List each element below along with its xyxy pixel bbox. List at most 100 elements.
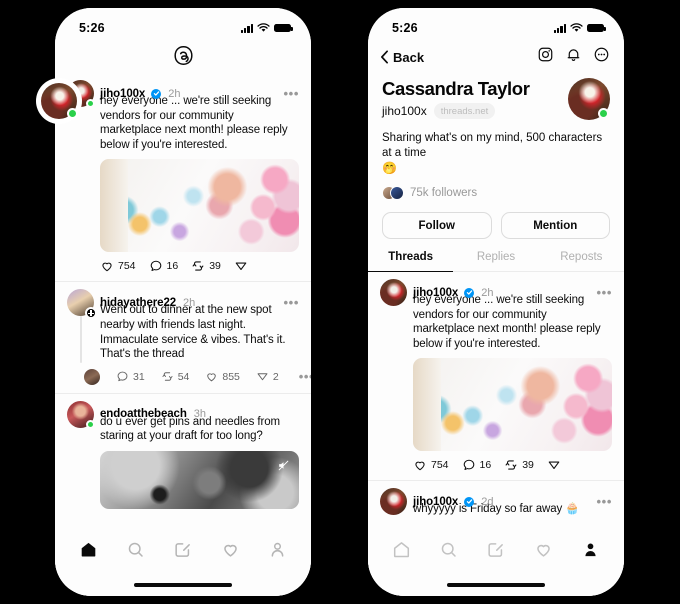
more-options-icon[interactable] (593, 46, 610, 68)
wifi-icon (257, 23, 270, 33)
profile-header: Cassandra Taylor jiho100x threads.net Sh… (368, 76, 624, 200)
post-item[interactable]: jiho100x 2h ••• hey everyone ... we're s… (368, 272, 624, 480)
like-count: 855 (222, 371, 240, 383)
post-media-image[interactable] (413, 358, 612, 451)
nav-activity-heart-icon[interactable] (534, 540, 553, 564)
post-actions: 754 16 39 (67, 252, 299, 281)
repost-icon (191, 259, 205, 273)
battery-full-icon (274, 24, 291, 33)
post-item[interactable]: jiho100x 2d ••• whyyyyy is Friday so far… (368, 481, 624, 517)
home-indicator (368, 574, 624, 596)
follow-button[interactable]: Follow (382, 212, 492, 239)
nav-search-icon[interactable] (126, 540, 145, 564)
heart-icon (205, 370, 218, 383)
bottom-nav-left (55, 530, 311, 574)
profile-display-name: Cassandra Taylor (382, 78, 530, 100)
tab-reposts[interactable]: Reposts (539, 251, 624, 272)
bottom-nav-right (368, 530, 624, 574)
post-media-video[interactable] (100, 451, 299, 509)
thread-connector-line (80, 316, 82, 362)
follower-facepile (382, 186, 404, 200)
instagram-icon[interactable] (537, 46, 554, 68)
share-icon (234, 259, 248, 273)
repost-button[interactable]: 39 (504, 458, 534, 472)
post-media-image[interactable] (100, 159, 299, 252)
nav-search-icon[interactable] (439, 540, 458, 564)
screenshot-stage: 5:26 (0, 0, 680, 604)
mention-button[interactable]: Mention (501, 212, 611, 239)
followers-row[interactable]: 75k followers (382, 186, 610, 200)
profile-bio-text: Sharing what's on my mind, 500 character… (382, 132, 602, 159)
nav-home-icon[interactable] (392, 540, 411, 564)
floating-profile-avatar[interactable] (36, 78, 82, 124)
profile-bio: Sharing what's on my mind, 500 character… (382, 131, 610, 177)
home-indicator (55, 574, 311, 596)
like-button[interactable]: 754 (413, 458, 449, 472)
more-options-icon[interactable]: ••• (299, 373, 311, 381)
status-time: 5:26 (392, 21, 418, 35)
comment-count: 31 (133, 371, 145, 383)
nav-compose-icon[interactable] (486, 540, 505, 564)
cellular-bars-icon (554, 24, 566, 33)
profile-handle: jiho100x (382, 104, 427, 118)
post-username[interactable]: jiho100x (413, 496, 458, 508)
post-username[interactable]: endoatthebeach (100, 408, 187, 420)
share-count: 2 (273, 371, 279, 383)
avatar[interactable] (380, 279, 407, 306)
more-options-icon[interactable]: ••• (284, 90, 299, 98)
share-button[interactable] (234, 259, 248, 273)
status-bar-left: 5:26 (55, 8, 311, 42)
heart-icon (100, 259, 114, 273)
more-options-icon[interactable]: ••• (597, 289, 612, 297)
threads-logo-icon (55, 42, 311, 73)
post-item[interactable]: endoatthebeach 3h do u ever get pins and… (55, 394, 311, 509)
like-button[interactable]: 855 (205, 370, 240, 383)
tab-threads[interactable]: Threads (368, 251, 453, 272)
post-username[interactable]: hidayathere22 (100, 297, 176, 309)
comment-icon (149, 259, 163, 273)
post-item[interactable]: jiho100x 2h ••• hey everyone ... we're s… (55, 73, 311, 281)
repost-icon (504, 458, 518, 472)
repost-button[interactable]: 54 (161, 370, 190, 383)
nav-compose-icon[interactable] (173, 540, 192, 564)
nav-profile-icon[interactable] (268, 540, 287, 564)
avatar[interactable] (67, 289, 94, 316)
domain-chip: threads.net (434, 103, 496, 119)
avatar[interactable] (67, 401, 94, 428)
nav-profile-icon[interactable] (581, 540, 600, 564)
like-count: 754 (431, 459, 449, 471)
share-button[interactable]: 2 (256, 370, 279, 383)
verified-badge-icon (464, 288, 474, 298)
repost-button[interactable]: 39 (191, 259, 221, 273)
back-label: Back (393, 50, 424, 65)
more-options-icon[interactable]: ••• (597, 498, 612, 506)
avatar[interactable] (380, 488, 407, 515)
post-username[interactable]: jiho100x (413, 287, 458, 299)
post-username[interactable]: jiho100x (100, 88, 145, 100)
post-item[interactable]: hidayathere22 2h ••• Went out to dinner … (55, 282, 311, 392)
profile-avatar[interactable] (568, 78, 610, 120)
comment-icon (462, 458, 476, 472)
profile-actions: Follow Mention (368, 200, 624, 239)
like-button[interactable]: 754 (100, 259, 136, 273)
nav-home-icon[interactable] (79, 540, 98, 564)
post-timestamp: 2h (183, 297, 195, 309)
muted-speaker-icon[interactable] (276, 458, 291, 473)
profile-tabs: Threads Replies Reposts (368, 251, 624, 272)
more-options-icon[interactable]: ••• (284, 299, 299, 307)
cellular-bars-icon (241, 24, 253, 33)
wifi-icon (570, 23, 583, 33)
nav-activity-heart-icon[interactable] (221, 540, 240, 564)
post-timestamp: 3h (194, 408, 206, 420)
comment-button[interactable]: 16 (149, 259, 179, 273)
comment-button[interactable]: 31 (116, 370, 145, 383)
back-button[interactable]: Back (380, 50, 424, 65)
heart-icon (413, 458, 427, 472)
share-button[interactable] (547, 458, 561, 472)
bell-icon[interactable] (565, 46, 582, 68)
post-timestamp: 2h (168, 88, 180, 100)
repost-count: 54 (178, 371, 190, 383)
tab-replies[interactable]: Replies (453, 251, 538, 272)
like-count: 754 (118, 260, 136, 272)
comment-button[interactable]: 16 (462, 458, 492, 472)
